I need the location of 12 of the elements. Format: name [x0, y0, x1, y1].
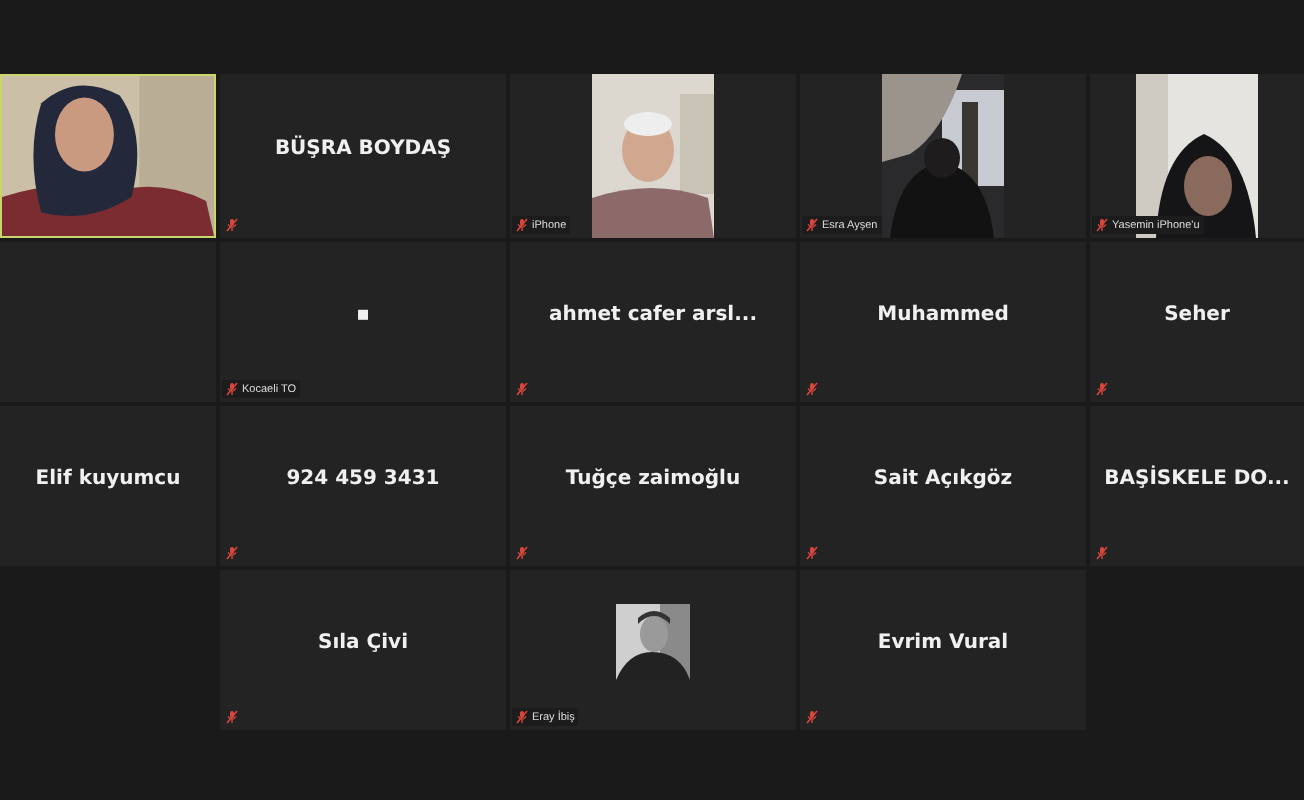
participant-name: Elif kuyumcu	[35, 467, 181, 489]
participant-name: BAŞİSKELE DO...	[1104, 467, 1290, 489]
participant-name: Seher	[1164, 303, 1230, 325]
participant-name: Muhammed	[877, 303, 1009, 325]
participant-name: 924 459 3431	[286, 467, 440, 489]
participant-name: Tuğçe zaimoğlu	[565, 467, 741, 489]
participant-name: ahmet cafer arsl...	[548, 303, 757, 325]
participant-name: ▪	[356, 303, 370, 325]
participant-name: BÜŞRA BOYDAŞ	[274, 137, 452, 159]
participant-name: Sait Açıkgöz	[873, 467, 1013, 489]
participant-name: Sıla Çivi	[318, 631, 408, 653]
participant-name: Evrim Vural	[877, 631, 1009, 653]
